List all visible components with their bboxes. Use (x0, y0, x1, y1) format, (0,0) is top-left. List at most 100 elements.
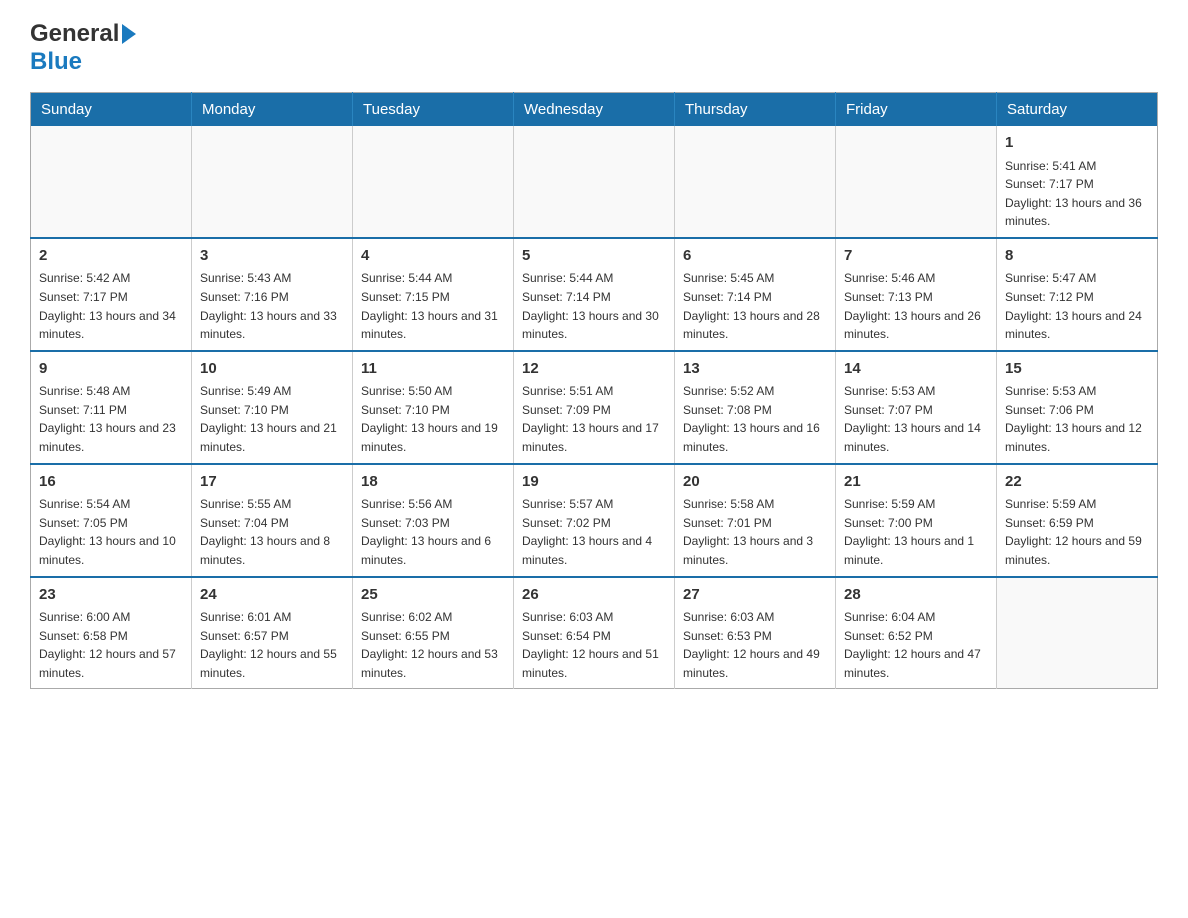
calendar-day-cell (997, 577, 1158, 689)
calendar-day-cell: 8Sunrise: 5:47 AMSunset: 7:12 PMDaylight… (997, 238, 1158, 351)
day-info: Sunrise: 5:58 AMSunset: 7:01 PMDaylight:… (683, 495, 827, 569)
logo-general-text: General (30, 20, 119, 48)
day-number: 23 (39, 584, 183, 607)
day-number: 27 (683, 584, 827, 607)
calendar-day-cell: 11Sunrise: 5:50 AMSunset: 7:10 PMDayligh… (353, 351, 514, 464)
calendar-header-row: SundayMondayTuesdayWednesdayThursdayFrid… (31, 93, 1158, 127)
calendar-day-cell: 18Sunrise: 5:56 AMSunset: 7:03 PMDayligh… (353, 464, 514, 577)
calendar-week-row: 23Sunrise: 6:00 AMSunset: 6:58 PMDayligh… (31, 577, 1158, 689)
page-header: General Blue (30, 20, 1158, 76)
day-of-week-header: Tuesday (353, 93, 514, 127)
day-number: 5 (522, 245, 666, 268)
day-of-week-header: Wednesday (514, 93, 675, 127)
day-number: 3 (200, 245, 344, 268)
calendar-day-cell (836, 126, 997, 238)
calendar-day-cell: 16Sunrise: 5:54 AMSunset: 7:05 PMDayligh… (31, 464, 192, 577)
calendar-day-cell: 23Sunrise: 6:00 AMSunset: 6:58 PMDayligh… (31, 577, 192, 689)
day-number: 22 (1005, 471, 1149, 494)
day-of-week-header: Thursday (675, 93, 836, 127)
calendar-day-cell (353, 126, 514, 238)
day-info: Sunrise: 5:56 AMSunset: 7:03 PMDaylight:… (361, 495, 505, 569)
day-number: 7 (844, 245, 988, 268)
day-info: Sunrise: 5:43 AMSunset: 7:16 PMDaylight:… (200, 269, 344, 343)
calendar-day-cell: 26Sunrise: 6:03 AMSunset: 6:54 PMDayligh… (514, 577, 675, 689)
calendar-day-cell: 27Sunrise: 6:03 AMSunset: 6:53 PMDayligh… (675, 577, 836, 689)
calendar-day-cell: 22Sunrise: 5:59 AMSunset: 6:59 PMDayligh… (997, 464, 1158, 577)
day-info: Sunrise: 5:45 AMSunset: 7:14 PMDaylight:… (683, 269, 827, 343)
day-number: 9 (39, 358, 183, 381)
day-number: 25 (361, 584, 505, 607)
day-number: 19 (522, 471, 666, 494)
day-number: 28 (844, 584, 988, 607)
day-info: Sunrise: 6:03 AMSunset: 6:53 PMDaylight:… (683, 608, 827, 682)
calendar-day-cell: 17Sunrise: 5:55 AMSunset: 7:04 PMDayligh… (192, 464, 353, 577)
day-number: 24 (200, 584, 344, 607)
day-info: Sunrise: 6:00 AMSunset: 6:58 PMDaylight:… (39, 608, 183, 682)
day-number: 10 (200, 358, 344, 381)
day-number: 6 (683, 245, 827, 268)
day-number: 2 (39, 245, 183, 268)
day-info: Sunrise: 5:44 AMSunset: 7:14 PMDaylight:… (522, 269, 666, 343)
day-of-week-header: Sunday (31, 93, 192, 127)
calendar-day-cell: 3Sunrise: 5:43 AMSunset: 7:16 PMDaylight… (192, 238, 353, 351)
day-number: 17 (200, 471, 344, 494)
day-info: Sunrise: 5:53 AMSunset: 7:06 PMDaylight:… (1005, 382, 1149, 456)
day-info: Sunrise: 6:02 AMSunset: 6:55 PMDaylight:… (361, 608, 505, 682)
day-info: Sunrise: 5:42 AMSunset: 7:17 PMDaylight:… (39, 269, 183, 343)
day-of-week-header: Saturday (997, 93, 1158, 127)
day-number: 21 (844, 471, 988, 494)
day-info: Sunrise: 5:51 AMSunset: 7:09 PMDaylight:… (522, 382, 666, 456)
calendar-day-cell: 28Sunrise: 6:04 AMSunset: 6:52 PMDayligh… (836, 577, 997, 689)
day-info: Sunrise: 5:52 AMSunset: 7:08 PMDaylight:… (683, 382, 827, 456)
calendar-day-cell (192, 126, 353, 238)
calendar-day-cell: 1Sunrise: 5:41 AMSunset: 7:17 PMDaylight… (997, 126, 1158, 238)
day-info: Sunrise: 5:48 AMSunset: 7:11 PMDaylight:… (39, 382, 183, 456)
day-number: 12 (522, 358, 666, 381)
day-info: Sunrise: 6:04 AMSunset: 6:52 PMDaylight:… (844, 608, 988, 682)
day-number: 20 (683, 471, 827, 494)
calendar-week-row: 2Sunrise: 5:42 AMSunset: 7:17 PMDaylight… (31, 238, 1158, 351)
day-info: Sunrise: 5:53 AMSunset: 7:07 PMDaylight:… (844, 382, 988, 456)
calendar-day-cell: 24Sunrise: 6:01 AMSunset: 6:57 PMDayligh… (192, 577, 353, 689)
day-number: 4 (361, 245, 505, 268)
calendar-day-cell: 4Sunrise: 5:44 AMSunset: 7:15 PMDaylight… (353, 238, 514, 351)
day-number: 15 (1005, 358, 1149, 381)
day-info: Sunrise: 5:57 AMSunset: 7:02 PMDaylight:… (522, 495, 666, 569)
calendar-week-row: 1Sunrise: 5:41 AMSunset: 7:17 PMDaylight… (31, 126, 1158, 238)
day-number: 18 (361, 471, 505, 494)
calendar-day-cell (675, 126, 836, 238)
calendar-day-cell: 12Sunrise: 5:51 AMSunset: 7:09 PMDayligh… (514, 351, 675, 464)
calendar-day-cell: 2Sunrise: 5:42 AMSunset: 7:17 PMDaylight… (31, 238, 192, 351)
day-of-week-header: Friday (836, 93, 997, 127)
day-info: Sunrise: 5:46 AMSunset: 7:13 PMDaylight:… (844, 269, 988, 343)
calendar-day-cell (31, 126, 192, 238)
day-number: 26 (522, 584, 666, 607)
day-info: Sunrise: 5:55 AMSunset: 7:04 PMDaylight:… (200, 495, 344, 569)
day-info: Sunrise: 5:54 AMSunset: 7:05 PMDaylight:… (39, 495, 183, 569)
calendar-week-row: 9Sunrise: 5:48 AMSunset: 7:11 PMDaylight… (31, 351, 1158, 464)
calendar-day-cell: 7Sunrise: 5:46 AMSunset: 7:13 PMDaylight… (836, 238, 997, 351)
day-of-week-header: Monday (192, 93, 353, 127)
calendar-week-row: 16Sunrise: 5:54 AMSunset: 7:05 PMDayligh… (31, 464, 1158, 577)
calendar-table: SundayMondayTuesdayWednesdayThursdayFrid… (30, 92, 1158, 689)
day-info: Sunrise: 6:03 AMSunset: 6:54 PMDaylight:… (522, 608, 666, 682)
day-number: 13 (683, 358, 827, 381)
day-number: 8 (1005, 245, 1149, 268)
calendar-day-cell: 13Sunrise: 5:52 AMSunset: 7:08 PMDayligh… (675, 351, 836, 464)
calendar-day-cell: 15Sunrise: 5:53 AMSunset: 7:06 PMDayligh… (997, 351, 1158, 464)
calendar-day-cell: 19Sunrise: 5:57 AMSunset: 7:02 PMDayligh… (514, 464, 675, 577)
day-number: 16 (39, 471, 183, 494)
calendar-day-cell: 10Sunrise: 5:49 AMSunset: 7:10 PMDayligh… (192, 351, 353, 464)
day-number: 1 (1005, 132, 1149, 155)
calendar-day-cell: 20Sunrise: 5:58 AMSunset: 7:01 PMDayligh… (675, 464, 836, 577)
calendar-day-cell: 25Sunrise: 6:02 AMSunset: 6:55 PMDayligh… (353, 577, 514, 689)
calendar-day-cell: 6Sunrise: 5:45 AMSunset: 7:14 PMDaylight… (675, 238, 836, 351)
logo: General Blue (30, 20, 136, 76)
day-info: Sunrise: 5:59 AMSunset: 6:59 PMDaylight:… (1005, 495, 1149, 569)
day-info: Sunrise: 5:41 AMSunset: 7:17 PMDaylight:… (1005, 157, 1149, 231)
calendar-day-cell (514, 126, 675, 238)
day-number: 14 (844, 358, 988, 381)
day-info: Sunrise: 5:50 AMSunset: 7:10 PMDaylight:… (361, 382, 505, 456)
day-number: 11 (361, 358, 505, 381)
day-info: Sunrise: 5:59 AMSunset: 7:00 PMDaylight:… (844, 495, 988, 569)
